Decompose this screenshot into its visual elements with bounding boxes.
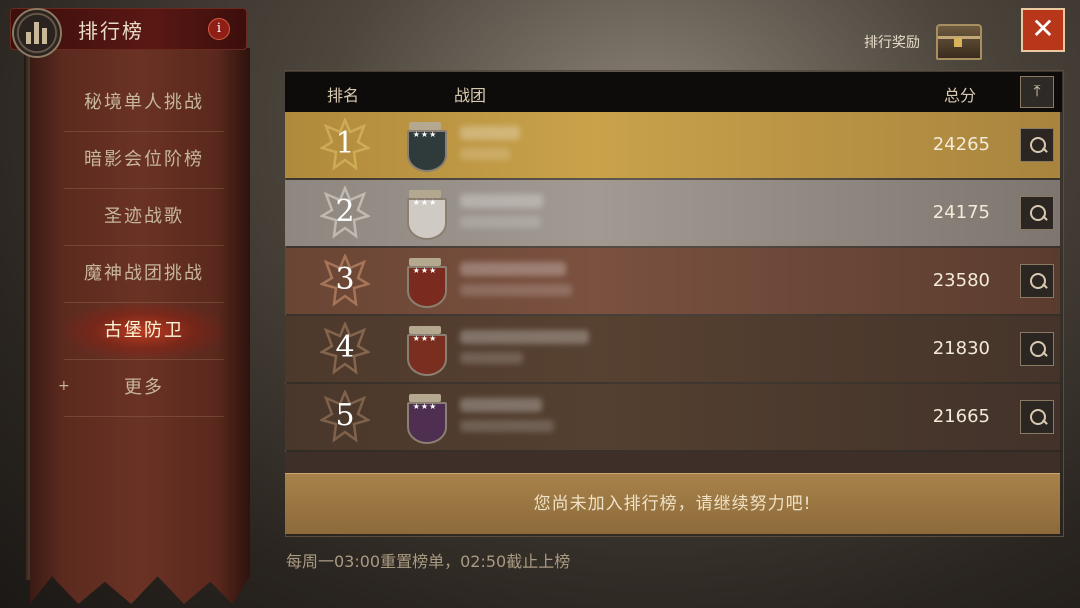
- team-leader-redacted: [460, 352, 523, 364]
- page-title: 排行榜: [78, 19, 144, 43]
- leaderboard-icon: [12, 8, 62, 58]
- scroll-top-icon[interactable]: ⤒: [1020, 76, 1054, 108]
- column-score: 总分: [944, 86, 977, 105]
- team-name-redacted: [460, 194, 543, 208]
- view-team-button[interactable]: [1020, 332, 1054, 366]
- notice-banner: 您尚未加入排行榜，请继续努力吧!: [285, 473, 1060, 534]
- treasure-chest-icon[interactable]: [936, 24, 982, 60]
- table-row-partial: [285, 452, 1060, 474]
- table-row[interactable]: 4 ★★★ 21830: [285, 316, 1060, 382]
- sidebar-item-4[interactable]: 古堡防卫: [64, 303, 224, 360]
- sidebar-item-0[interactable]: 秘境单人挑战: [64, 75, 224, 132]
- plus-icon: +: [58, 378, 70, 394]
- sidebar-item-3[interactable]: 魔神战团挑战: [64, 246, 224, 303]
- column-rank: 排名: [327, 86, 360, 105]
- team-name-redacted: [460, 398, 542, 412]
- table-row[interactable]: 2 ★★★ 24175: [285, 180, 1060, 246]
- table-row[interactable]: 1 ★★★ 24265: [285, 112, 1060, 178]
- team-score: 21665: [932, 406, 990, 427]
- team-shield-icon: ★★★: [405, 394, 447, 444]
- table-row[interactable]: 5 ★★★ 21665: [285, 384, 1060, 450]
- rank-number: 3: [335, 262, 355, 297]
- team-shield-icon: ★★★: [405, 326, 447, 376]
- close-button[interactable]: ✕: [1021, 8, 1065, 52]
- rank-number: 4: [335, 330, 355, 365]
- team-score: 24265: [932, 134, 990, 155]
- sidebar-item-1[interactable]: 暗影会位阶榜: [64, 132, 224, 189]
- view-team-button[interactable]: [1020, 264, 1054, 298]
- sidebar-item-2[interactable]: 圣迹战歌: [64, 189, 224, 246]
- rank-number: 2: [335, 194, 355, 229]
- view-team-button[interactable]: [1020, 196, 1054, 230]
- reset-footer-text: 每周一03:00重置榜单，02:50截止上榜: [286, 552, 571, 571]
- team-score: 24175: [932, 202, 990, 223]
- team-leader-redacted: [460, 420, 554, 432]
- team-score: 23580: [932, 270, 990, 291]
- team-shield-icon: ★★★: [405, 190, 447, 240]
- team-score: 21830: [932, 338, 990, 359]
- team-name-redacted: [460, 330, 589, 344]
- team-leader-redacted: [460, 216, 541, 228]
- team-leader-redacted: [460, 284, 572, 296]
- info-icon[interactable]: i: [208, 18, 230, 40]
- team-name-redacted: [460, 126, 520, 140]
- table-row[interactable]: 3 ★★★ 23580: [285, 248, 1060, 314]
- team-leader-redacted: [460, 148, 510, 160]
- team-shield-icon: ★★★: [405, 258, 447, 308]
- team-name-redacted: [460, 262, 566, 276]
- view-team-button[interactable]: [1020, 400, 1054, 434]
- rewards-label[interactable]: 排行奖励: [864, 32, 920, 52]
- team-shield-icon: ★★★: [405, 122, 447, 172]
- view-team-button[interactable]: [1020, 128, 1054, 162]
- rank-number: 1: [335, 126, 355, 161]
- column-team: 战团: [454, 86, 487, 105]
- sidebar-item-5[interactable]: 更多: [64, 360, 224, 417]
- rank-number: 5: [335, 398, 355, 433]
